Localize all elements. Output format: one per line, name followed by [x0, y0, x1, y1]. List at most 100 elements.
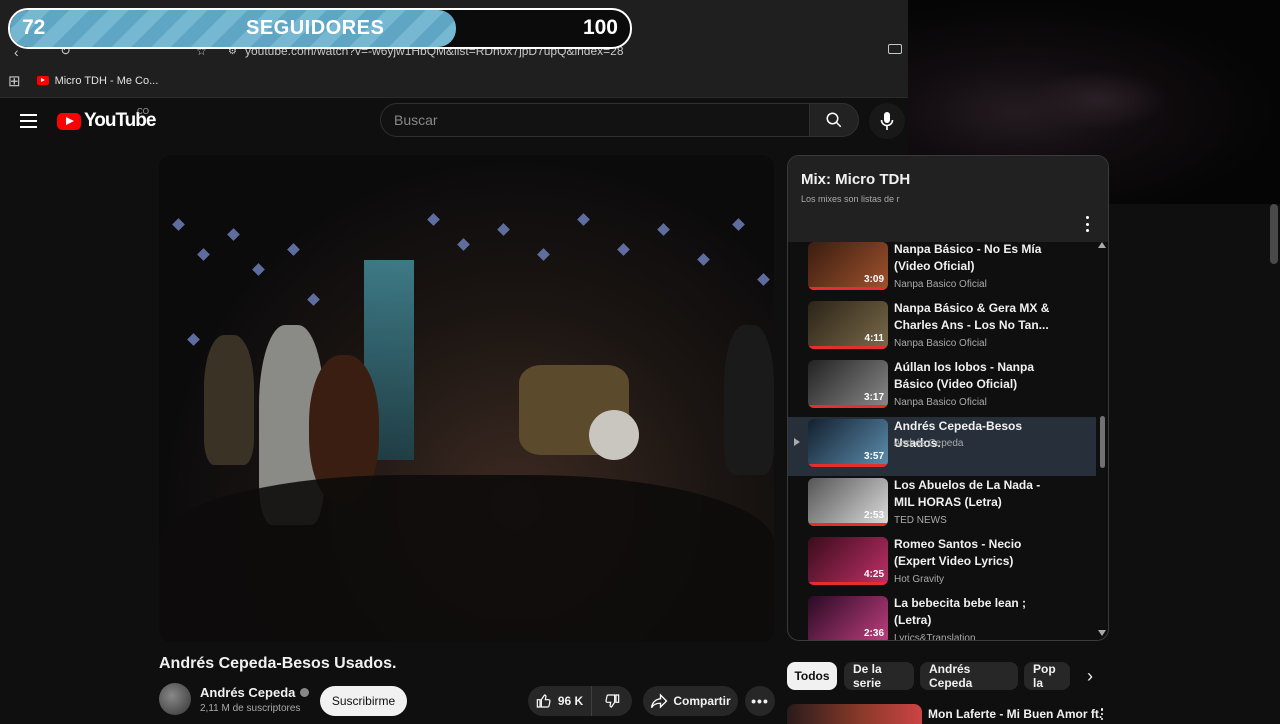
followers-label: SEGUIDORES — [246, 17, 385, 39]
chevron-right-icon: › — [1087, 665, 1093, 686]
playlist-item-title: La bebecita bebe lean ; (Letra) — [894, 596, 1027, 627]
chip-pop[interactable]: Pop la — [1024, 662, 1070, 690]
share-icon — [651, 693, 668, 709]
playlist-item-channel: Hot Gravity — [894, 574, 945, 585]
playlist-menu-icon[interactable] — [1080, 216, 1094, 232]
menu-icon[interactable] — [20, 114, 37, 128]
playlist-item[interactable]: 3:09 Nanpa Básico - No Es Mía (Video Ofic… — [788, 240, 1096, 299]
share-label: Compartir — [673, 694, 731, 708]
dislike-button[interactable] — [592, 686, 632, 716]
channel-avatar[interactable] — [159, 683, 191, 715]
playlist-item[interactable]: 2:36 La bebecita bebe lean ; (Letra) Lyric… — [788, 594, 1096, 641]
thumbs-up-icon — [536, 694, 551, 708]
playlist-thumbnail[interactable]: 4:11 — [808, 301, 888, 349]
search-input[interactable]: Buscar — [380, 103, 810, 137]
recommended-menu-icon[interactable] — [1097, 708, 1107, 720]
youtube-favicon-icon — [36, 76, 49, 85]
bookmark-label: Micro TDH - Me Co... — [54, 74, 159, 87]
search-placeholder: Buscar — [394, 112, 438, 128]
thumbs-down-icon — [605, 694, 620, 708]
playlist-items: 3:09 Nanpa Básico - No Es Mía (Video Ofic… — [788, 240, 1108, 641]
chip-todos[interactable]: Todos — [787, 662, 837, 690]
apps-grid-icon[interactable]: ⊞ — [8, 72, 21, 90]
youtube-play-icon — [57, 112, 81, 130]
followers-progress-fill — [10, 10, 457, 47]
playlist-item-channel: Andrés Cepeda — [894, 438, 964, 449]
now-playing-icon — [794, 438, 800, 446]
playlist-item-title: Nanpa Básico & Gera MX & Charles Ans - L… — [894, 301, 1050, 332]
playlist-item-channel: Nanpa Basico Oficial — [894, 397, 987, 408]
search-button[interactable] — [809, 103, 859, 137]
video-duration: 2:36 — [863, 628, 884, 639]
watched-progress-bar — [808, 287, 888, 290]
playlist-item[interactable]: 3:17 Aúllan los lobos - Nanpa Básico (Vid… — [788, 358, 1096, 417]
voice-search-button[interactable] — [869, 103, 905, 139]
page-scrollbar[interactable] — [1270, 204, 1278, 264]
playlist-header: Mix: Micro TDH Los mixes son listas de r — [788, 156, 1108, 242]
playlist-subtitle: Los mixes son listas de r — [801, 194, 900, 204]
subscribe-button[interactable]: Suscribirme — [320, 686, 407, 716]
more-horizontal-icon: ••• — [751, 693, 769, 709]
chip-andres-cepeda[interactable]: Andrés Cepeda — [920, 662, 1018, 690]
video-duration: 3:09 — [863, 274, 884, 285]
playlist-thumbnail[interactable]: 2:36 — [808, 596, 888, 640]
playlist-item-title: Nanpa Básico - No Es Mía (Video Oficial) — [894, 242, 1042, 273]
watched-progress-bar — [808, 405, 888, 408]
playlist-item[interactable]: 3:57 Andrés Cepeda-Besos Usados. Andrés Ce… — [788, 417, 1096, 476]
playlist-item-title: Romeo Santos - Necio (Expert Video Lyric… — [894, 537, 1022, 568]
verified-icon — [300, 688, 310, 697]
like-dislike-group: 96 K — [528, 686, 632, 716]
youtube-logo[interactable]: YouTube CO — [57, 107, 156, 132]
watched-progress-bar — [808, 346, 888, 349]
playlist-thumbnail[interactable]: 2:53 — [808, 478, 888, 526]
playlist-panel: Mix: Micro TDH Los mixes son listas de r… — [787, 155, 1109, 641]
playlist-item[interactable]: 4:25 Romeo Santos - Necio (Expert Video L… — [788, 535, 1096, 594]
playlist-item[interactable]: 2:53 Los Abuelos de La Nada - MIL HORAS (… — [788, 476, 1096, 535]
chips-next-button[interactable]: › — [1080, 666, 1100, 686]
video-duration: 2:53 — [863, 510, 884, 521]
playlist-thumbnail[interactable]: 4:25 — [808, 537, 888, 585]
recommended-thumbnail[interactable] — [787, 704, 922, 724]
search-icon — [826, 112, 842, 128]
playlist-item[interactable]: 4:11 Nanpa Básico & Gera MX & Charles Ans… — [788, 299, 1096, 358]
chip-de-la-serie[interactable]: De la serie — [844, 662, 914, 690]
playlist-item-title: Aúllan los lobos - Nanpa Básico (Video O… — [894, 360, 1035, 391]
more-actions-button[interactable]: ••• — [745, 686, 775, 716]
channel-name-link[interactable]: Andrés Cepeda — [200, 685, 310, 700]
watched-progress-bar — [808, 464, 888, 467]
bookmark-item[interactable]: Micro TDH - Me Co... — [36, 74, 159, 87]
like-button[interactable]: 96 K — [528, 686, 592, 716]
playlist-thumbnail[interactable]: 3:09 — [808, 242, 888, 290]
playlist-thumbnail[interactable]: 3:57 — [808, 419, 888, 467]
bookmarks-bar: ⊞ Micro TDH - Me Co... — [0, 64, 908, 98]
followers-goal-bar: 72 SEGUIDORES 100 — [8, 8, 632, 49]
video-duration: 4:25 — [863, 569, 884, 580]
playlist-scrollbar[interactable] — [1100, 416, 1105, 468]
video-player[interactable] — [159, 155, 774, 642]
playlist-item-channel: TED NEWS — [894, 515, 947, 526]
country-code: CO — [137, 107, 149, 116]
video-duration: 4:11 — [864, 333, 884, 344]
share-button[interactable]: Compartir — [643, 686, 738, 716]
playlist-item-title: Los Abuelos de La Nada - MIL HORAS (Letr… — [894, 478, 1041, 509]
playlist-item-channel: Nanpa Basico Oficial — [894, 279, 987, 290]
recommended-title[interactable]: Mon Laferte - Mi Buen Amor ft. — [928, 707, 1102, 721]
scroll-up-icon[interactable] — [1098, 242, 1106, 248]
playlist-item-channel: Nanpa Basico Oficial — [894, 338, 987, 349]
subscriber-count: 2,11 M de suscriptores — [200, 703, 301, 714]
cast-icon[interactable] — [888, 44, 902, 54]
video-duration: 3:57 — [863, 451, 884, 462]
watched-progress-bar — [808, 582, 888, 585]
channel-name: Andrés Cepeda — [200, 685, 296, 700]
like-count: 96 K — [557, 694, 584, 708]
video-duration: 3:17 — [863, 392, 884, 403]
playlist-item-channel: Lyrics&Translation — [894, 633, 976, 641]
playlist-title[interactable]: Mix: Micro TDH — [801, 171, 910, 188]
watched-progress-bar — [808, 523, 888, 526]
video-title: Andrés Cepeda-Besos Usados. — [159, 655, 397, 672]
followers-current: 72 — [22, 16, 46, 39]
playlist-thumbnail[interactable]: 3:17 — [808, 360, 888, 408]
followers-goal: 100 — [582, 16, 618, 39]
microphone-icon — [880, 112, 894, 130]
scroll-down-icon[interactable] — [1098, 630, 1106, 636]
